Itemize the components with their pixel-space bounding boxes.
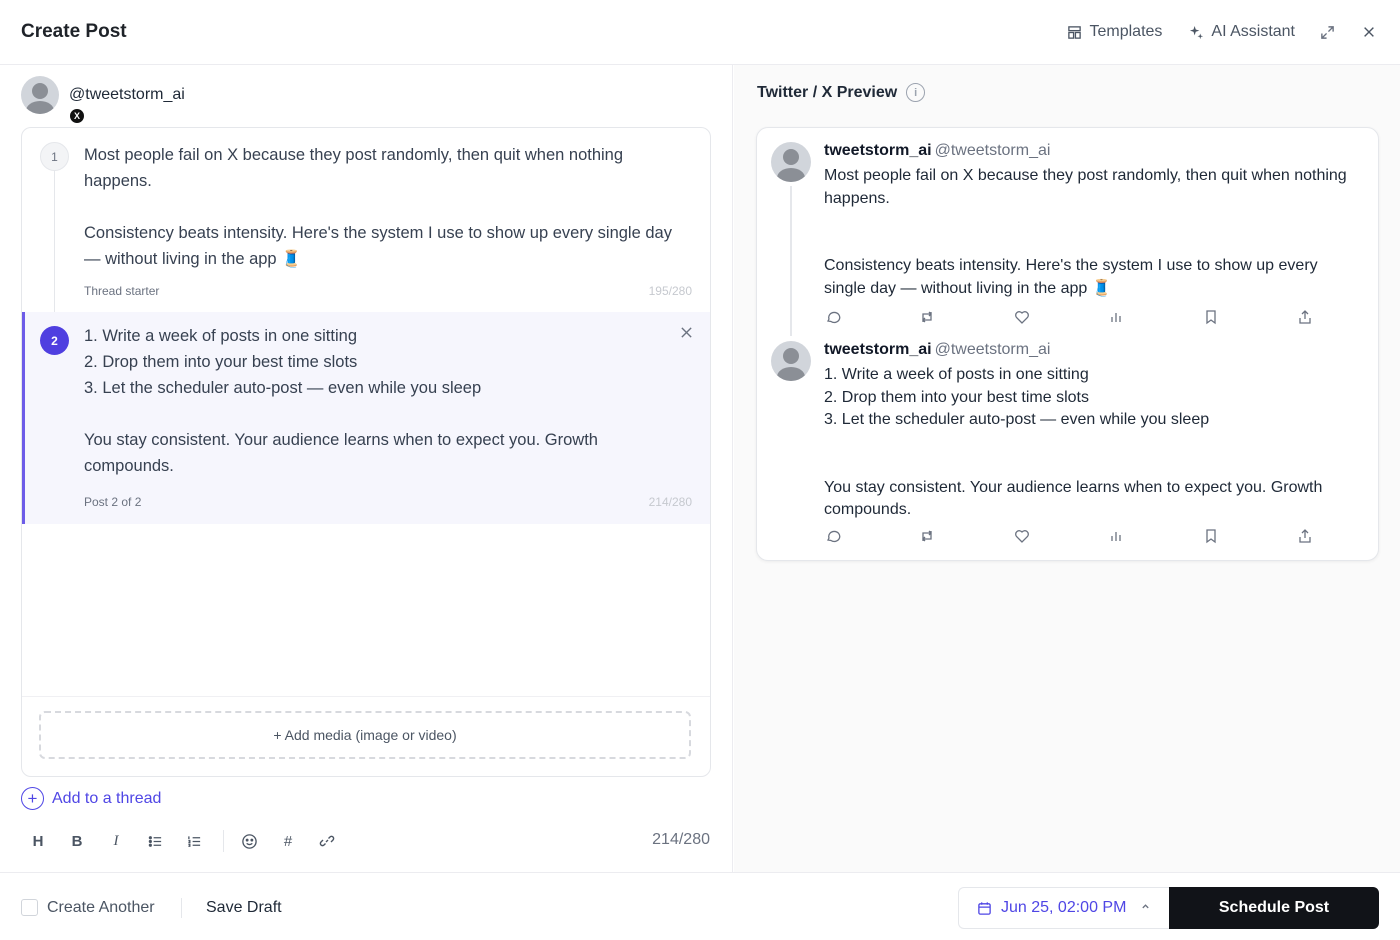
heart-icon — [1013, 527, 1030, 544]
schedule-date-value: Jun 25, 02:00 PM — [1001, 899, 1127, 916]
preview-pane: Twitter / X Preview i tweetstorm_ai @twee… — [734, 65, 1400, 872]
author-handle: @tweetstorm_ai — [934, 341, 1051, 358]
preview-title: Twitter / X Preview — [757, 83, 898, 101]
templates-button[interactable]: Templates — [1067, 23, 1162, 41]
avatar — [21, 76, 59, 114]
thread-connector — [54, 171, 55, 312]
post-text-editor[interactable]: 1. Write a week of posts in one sitting … — [84, 323, 684, 479]
plus-circle-icon: + — [21, 787, 44, 810]
reply-icon — [824, 308, 841, 325]
toolbar-divider — [223, 830, 224, 852]
schedule-post-button[interactable]: Schedule Post — [1169, 887, 1379, 929]
author-name: tweetstorm_ai — [824, 142, 932, 159]
thread-editor: 1 Most people fail on X because they pos… — [21, 127, 711, 777]
add-media-dropzone[interactable]: + Add media (image or video) — [39, 711, 691, 759]
bold-button[interactable]: B — [67, 831, 87, 851]
composer-pane: X @tweetstorm_ai 1 Most people fail on X… — [0, 65, 733, 872]
save-draft-button[interactable]: Save Draft — [206, 899, 282, 917]
modal-footer: Create Another Save Draft Jun 25, 02:00 … — [0, 872, 1400, 940]
tweet-actions — [824, 527, 1314, 544]
post-char-count: 214/280 — [648, 495, 692, 509]
tweet-actions — [824, 308, 1314, 325]
templates-icon — [1068, 25, 1082, 39]
post-meta-label: Post 2 of 2 — [84, 495, 142, 509]
modal-header: Create Post Templates AI Assistant — [0, 0, 1400, 65]
retweet-icon — [919, 527, 936, 544]
post-text-editor[interactable]: Most people fail on X because they post … — [84, 142, 684, 272]
tweet-author: tweetstorm_ai @tweetstorm_ai — [824, 341, 1050, 359]
link-icon[interactable] — [317, 831, 337, 851]
preview-title-row: Twitter / X Preview i — [757, 83, 926, 102]
bookmark-icon — [1202, 308, 1219, 325]
ai-assistant-label: AI Assistant — [1211, 23, 1295, 40]
formatting-toolbar: H B I # — [28, 829, 356, 853]
chevron-up-icon — [1141, 902, 1150, 914]
bullet-list-icon[interactable] — [145, 831, 165, 851]
info-icon[interactable]: i — [906, 83, 926, 102]
media-bar: + Add media (image or video) — [22, 696, 710, 776]
account-handle: @tweetstorm_ai — [69, 86, 185, 103]
header-actions: Templates AI Assistant — [1040, 22, 1379, 42]
x-platform-icon: X — [68, 107, 86, 125]
post-meta-label: Thread starter — [84, 284, 160, 298]
tweet-preview-card: tweetstorm_ai @tweetstorm_ai Most people … — [756, 127, 1379, 561]
reply-icon — [824, 527, 841, 544]
add-to-thread-button[interactable]: + Add to a thread — [21, 787, 161, 810]
expand-icon[interactable] — [1317, 22, 1337, 42]
tweet-author: tweetstorm_ai @tweetstorm_ai — [824, 142, 1050, 160]
tweet-text: 1. Write a week of posts in one sitting … — [824, 366, 1323, 518]
templates-label: Templates — [1089, 23, 1163, 40]
schedule-date-picker[interactable]: Jun 25, 02:00 PM — [958, 887, 1169, 929]
tweet-text: Most people fail on X because they post … — [824, 167, 1347, 297]
views-icon — [1108, 527, 1125, 544]
thread-post-1[interactable]: 1 Most people fail on X because they pos… — [22, 128, 710, 312]
close-icon[interactable] — [1359, 22, 1379, 42]
share-icon — [1297, 527, 1314, 544]
post-char-count: 195/280 — [648, 284, 692, 298]
total-char-count: 214/280 — [652, 831, 710, 848]
avatar — [771, 341, 811, 381]
create-another-checkbox[interactable] — [21, 899, 38, 916]
create-another-label[interactable]: Create Another — [47, 899, 155, 917]
footer-divider — [181, 898, 182, 918]
account-selector[interactable]: X @tweetstorm_ai — [21, 75, 185, 125]
author-name: tweetstorm_ai — [824, 341, 932, 358]
thread-post-2[interactable]: 2 1. Write a week of posts in one sittin… — [22, 312, 710, 524]
thread-connector — [790, 186, 792, 336]
heart-icon — [1013, 308, 1030, 325]
retweet-icon — [919, 308, 936, 325]
share-icon — [1297, 308, 1314, 325]
add-to-thread-label: Add to a thread — [52, 789, 162, 807]
bookmark-icon — [1202, 527, 1219, 544]
sparkle-icon — [1190, 25, 1204, 39]
italic-button[interactable]: I — [106, 831, 126, 851]
avatar — [771, 142, 811, 182]
post-number-badge: 1 — [40, 142, 69, 171]
hashtag-button[interactable]: # — [278, 831, 298, 851]
post-number-badge: 2 — [40, 326, 69, 355]
numbered-list-icon[interactable] — [184, 831, 204, 851]
author-handle: @tweetstorm_ai — [934, 142, 1051, 159]
ai-assistant-button[interactable]: AI Assistant — [1189, 23, 1295, 41]
emoji-icon[interactable] — [239, 831, 259, 851]
heading-button[interactable]: H — [28, 831, 48, 851]
remove-post-icon[interactable] — [680, 326, 694, 340]
calendar-icon — [978, 901, 991, 915]
views-icon — [1108, 308, 1125, 325]
modal-title: Create Post — [21, 21, 127, 42]
